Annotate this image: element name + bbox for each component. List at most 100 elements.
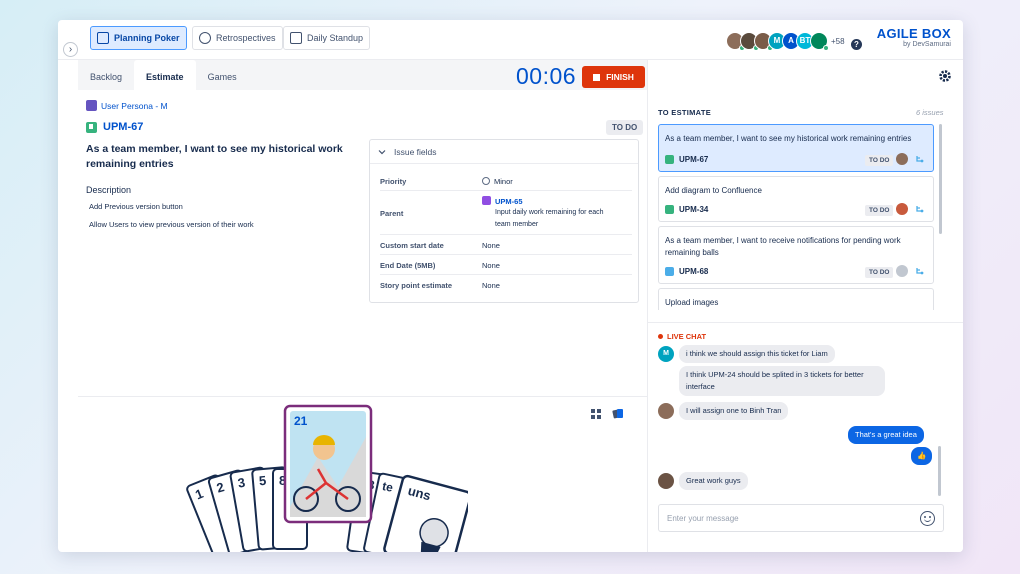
parent-summary: team member [495, 221, 538, 228]
live-chat-heading: LIVE CHAT [658, 332, 706, 341]
chevron-down-icon [378, 148, 386, 156]
story-icon [86, 122, 97, 133]
field-label: Parent [380, 209, 403, 218]
live-dot-icon [658, 334, 663, 339]
selected-poker-card[interactable]: 21 [285, 406, 371, 522]
story-icon [665, 155, 674, 164]
parent-link[interactable]: UPM-65 [482, 196, 523, 206]
tab-games[interactable]: Games [196, 60, 249, 90]
grid-view-icon[interactable] [591, 409, 601, 419]
epic-icon [482, 196, 491, 205]
help-icon[interactable]: ? [851, 39, 862, 50]
description-line: Allow Users to view previous version of … [89, 220, 254, 229]
status-badge: TO DO [865, 155, 893, 166]
issue-key[interactable]: UPM-67 [103, 121, 143, 133]
unassigned-avatar [896, 265, 908, 277]
chat-message-input[interactable] [659, 505, 899, 531]
poker-card-hand: 1 2 3 5 8 [168, 397, 468, 552]
brand-name: AGILE BOX [877, 26, 951, 41]
participants-avatars[interactable]: M A BT +58 [730, 30, 845, 52]
main-panel: Backlog Estimate Games 00:06 FINISH User… [78, 60, 647, 552]
tab-estimate[interactable]: Estimate [134, 60, 196, 90]
field-value[interactable]: None [482, 281, 500, 290]
chat-bubble-icon [290, 32, 302, 44]
top-bar: Planning Poker Retrospectives Daily Stan… [58, 20, 963, 60]
field-end-date: End Date (5MB) None [380, 255, 632, 275]
mode-label: Daily Standup [307, 33, 363, 43]
field-label: End Date (5MB) [380, 261, 435, 270]
brand-logo: AGILE BOX by DevSamurai [877, 26, 951, 48]
retro-icon [199, 32, 211, 44]
estimate-item[interactable]: Add diagram to Confluence UPM-34 TO DO [658, 176, 934, 222]
chat-avatar: M [658, 346, 674, 362]
chat-scrollbar[interactable] [938, 446, 941, 496]
selected-card-value: 21 [294, 414, 308, 428]
persona-label: User Persona - M [101, 101, 168, 111]
estimate-item-title: Add diagram to Confluence [665, 185, 925, 197]
estimate-item-key: UPM-67 [679, 155, 708, 164]
field-custom-start-date: Custom start date None [380, 235, 632, 255]
timer: 00:06 [516, 63, 576, 90]
chat-message: Great work guys [679, 472, 748, 490]
field-label: Custom start date [380, 241, 444, 250]
live-chat-label: LIVE CHAT [667, 332, 706, 341]
persona-icon [86, 100, 97, 111]
estimate-item[interactable]: Upload images [658, 288, 934, 310]
estimate-item-key: UPM-68 [679, 267, 708, 276]
chat-message: I will assign one to Binh Tran [679, 402, 788, 420]
chat-message: i think we should assign this ticket for… [679, 345, 835, 363]
mode-label: Retrospectives [216, 33, 276, 43]
issue-detail: User Persona - M UPM-67 TO DO As a team … [78, 90, 647, 396]
story-icon [665, 205, 674, 214]
finish-button[interactable]: FINISH [582, 66, 645, 88]
status-badge[interactable]: TO DO [606, 120, 643, 135]
chat-avatar [658, 473, 674, 489]
estimate-item[interactable]: As a team member, I want to see my histo… [658, 124, 934, 172]
chat-message: That's a great idea [848, 426, 924, 444]
issue-key-row: UPM-67 [86, 121, 143, 133]
app-window: › Planning Poker Retrospectives Daily St… [58, 20, 963, 552]
chat-message: I think UPM-24 should be splited in 3 ti… [679, 366, 885, 396]
field-value[interactable]: Minor [482, 177, 513, 186]
field-label: Story point estimate [380, 281, 452, 290]
list-scrollbar[interactable] [939, 124, 942, 234]
mode-retrospectives-button[interactable]: Retrospectives [192, 26, 283, 50]
persona-link[interactable]: User Persona - M [86, 100, 168, 111]
field-parent: Parent UPM-65 Input daily work remaining… [380, 191, 632, 235]
task-check-icon [665, 267, 674, 276]
emoji-icon[interactable] [920, 511, 935, 526]
estimate-item-title: As a team member, I want to receive noti… [665, 235, 925, 259]
estimate-item[interactable]: As a team member, I want to receive noti… [658, 226, 934, 284]
to-estimate-list: As a team member, I want to see my histo… [658, 124, 936, 310]
issue-summary: As a team member, I want to see my histo… [86, 142, 356, 172]
mode-daily-standup-button[interactable]: Daily Standup [283, 26, 370, 50]
parent-summary: Input daily work remaining for each [495, 209, 604, 216]
field-label: Priority [380, 177, 406, 186]
field-value[interactable]: None [482, 261, 500, 270]
avatar[interactable] [810, 32, 828, 50]
description-label: Description [86, 185, 131, 195]
settings-gear-icon[interactable] [938, 69, 952, 83]
mode-planning-poker-button[interactable]: Planning Poker [90, 26, 187, 50]
description-line: Add Previous version button [89, 202, 183, 211]
priority-minor-icon [482, 177, 490, 185]
mode-label: Planning Poker [114, 33, 180, 43]
brand-byline: by DevSamurai [877, 41, 951, 48]
estimate-item-key: UPM-34 [679, 205, 708, 214]
cards-view-icon[interactable] [612, 408, 624, 420]
card-value: 5 [258, 473, 267, 489]
chat-message: 👍 [911, 447, 932, 465]
finish-label: FINISH [606, 72, 634, 82]
estimate-item-title: As a team member, I want to see my histo… [665, 133, 925, 145]
field-priority: Priority Minor [380, 170, 632, 191]
card-deck-area: 1 2 3 5 8 [78, 396, 647, 552]
field-value[interactable]: None [482, 241, 500, 250]
tab-bar: Backlog Estimate Games [78, 60, 249, 90]
subtask-icon [915, 205, 924, 214]
assignee-avatar [896, 203, 908, 215]
extra-participants-count[interactable]: +58 [831, 37, 845, 46]
right-panel: TO ESTIMATE 6 issues As a team member, I… [647, 60, 963, 552]
status-badge: TO DO [865, 205, 893, 216]
tab-backlog[interactable]: Backlog [78, 60, 134, 90]
issue-fields-toggle[interactable]: Issue fields [370, 140, 638, 164]
